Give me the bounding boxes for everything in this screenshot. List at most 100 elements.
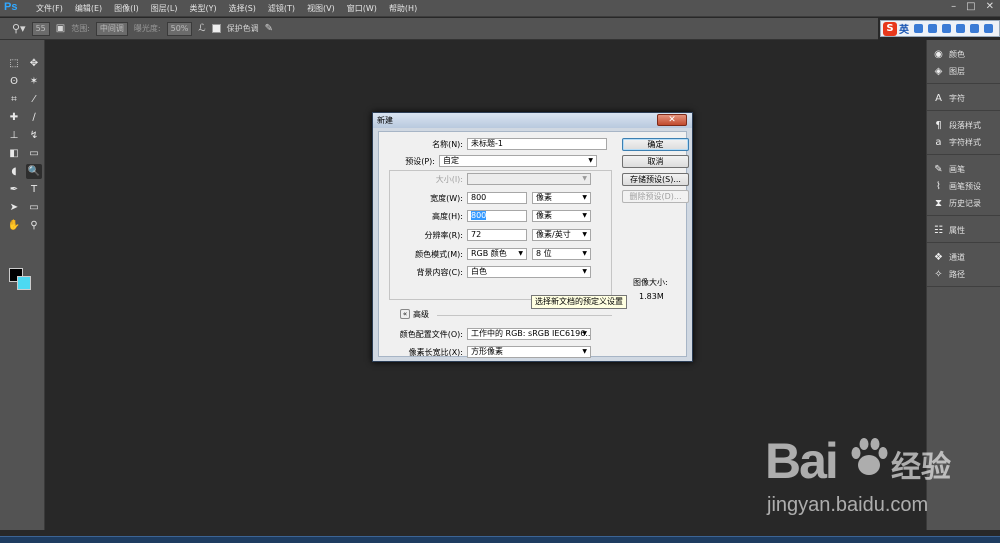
panel-item[interactable]: ❖ 通道 — [927, 249, 1000, 266]
delete-preset-button: 删除预设(D)... — [622, 190, 689, 203]
pen-icon[interactable]: ✒ — [6, 182, 22, 197]
menu-type[interactable]: 类型(Y) — [183, 0, 222, 17]
type-icon[interactable]: T — [26, 182, 42, 197]
ok-button[interactable]: 确定 — [622, 138, 689, 151]
color-profile-select[interactable]: 工作中的 RGB: sRGB IEC6196... — [467, 328, 591, 340]
sogou-logo-icon[interactable]: S — [883, 21, 897, 36]
eraser-icon[interactable]: ◧ — [6, 146, 22, 161]
marquee-icon[interactable]: ⬚ — [6, 56, 22, 71]
width-input[interactable]: 800 — [467, 192, 527, 204]
path-selection-icon[interactable]: ➤ — [6, 200, 22, 215]
menu-layer[interactable]: 图层(L) — [145, 0, 184, 17]
brush-icon[interactable]: ∕ — [26, 110, 42, 125]
bit-depth-select[interactable]: 8 位 — [532, 248, 591, 260]
panel-item[interactable]: ⧗ 历史记录 — [927, 195, 1000, 212]
menu-view[interactable]: 视图(V) — [301, 0, 341, 17]
protect-tones-checkbox[interactable] — [211, 24, 221, 33]
exposure-input[interactable]: 50% — [166, 21, 193, 36]
ime-toolbar: S 英 — [880, 20, 1000, 37]
pixel-aspect-select[interactable]: 方形像素 — [467, 346, 591, 358]
pressure-icon[interactable]: ✎ — [265, 23, 273, 34]
menu-window[interactable]: 窗口(W) — [341, 0, 383, 17]
moon-icon[interactable] — [914, 24, 923, 33]
history-brush-icon[interactable]: ↯ — [26, 128, 42, 143]
image-size-label: 图像大小: — [633, 278, 668, 287]
eyedropper-icon[interactable]: ⁄ — [26, 92, 42, 107]
menu-file[interactable]: 文件(F) — [30, 0, 69, 17]
character-icon: A — [935, 93, 942, 104]
paragraph-style-icon: ¶ — [935, 120, 942, 131]
brush-panel-icon[interactable]: ▣ — [56, 23, 65, 34]
panel-item-label: 字符样式 — [949, 138, 981, 147]
stamp-icon[interactable]: ⊥ — [6, 128, 22, 143]
cancel-button[interactable]: 取消 — [622, 155, 689, 168]
history-icon: ⧗ — [934, 198, 943, 209]
background-contents-label: 背景内容(C): — [416, 268, 463, 277]
brush-icon: ✎ — [934, 164, 943, 175]
menu-bar: Ps 文件(F) 编辑(E) 图像(I) 图层(L) 类型(Y) 选择(S) 滤… — [0, 0, 1000, 17]
blur-icon[interactable]: ◖ — [6, 164, 22, 179]
menu-select[interactable]: 选择(S) — [223, 0, 262, 17]
new-document-dialog: 新建 ✕ 名称(N): 未标题-1 预设(P): 自定 大小(I): 宽度(W)… — [372, 112, 693, 362]
panel-item[interactable]: ☷ 属性 — [927, 222, 1000, 239]
channels-icon: ❖ — [934, 252, 943, 263]
color-profile-label: 颜色配置文件(O): — [399, 330, 463, 339]
move-icon[interactable]: ✥ — [26, 56, 42, 71]
lasso-icon[interactable]: ʘ — [6, 74, 22, 89]
gradient-icon[interactable]: ▭ — [26, 146, 42, 161]
height-value-selection: 800 — [471, 211, 487, 220]
advanced-toggle-button[interactable]: « — [400, 309, 410, 319]
settings-icon[interactable] — [984, 24, 993, 33]
background-contents-select[interactable]: 白色 — [467, 266, 591, 278]
punct-icon[interactable] — [928, 24, 937, 33]
properties-icon: ☷ — [934, 225, 943, 236]
menu-image[interactable]: 图像(I) — [108, 0, 145, 17]
crop-icon[interactable]: ⌗ — [6, 92, 22, 107]
color-mode-select[interactable]: RGB 颜色 — [467, 248, 527, 260]
dodge-tool-icon[interactable]: ⚲▾ — [12, 22, 26, 35]
height-input[interactable]: 800 — [467, 210, 527, 222]
app-logo: Ps — [4, 1, 18, 13]
panel-item-label: 图层 — [949, 67, 965, 76]
brush-size-picker[interactable]: 55 — [31, 21, 50, 36]
user-icon[interactable] — [956, 24, 965, 33]
healing-icon[interactable]: ✚ — [6, 110, 22, 125]
magic-wand-icon[interactable]: ✶ — [26, 74, 42, 89]
keyboard-icon[interactable] — [942, 24, 951, 33]
rectangle-shape-icon[interactable]: ▭ — [26, 200, 42, 215]
menu-edit[interactable]: 编辑(E) — [69, 0, 108, 17]
menu-list: 文件(F) 编辑(E) 图像(I) 图层(L) 类型(Y) 选择(S) 滤镜(T… — [30, 0, 423, 17]
height-unit-select[interactable]: 像素 — [532, 210, 591, 222]
panel-item[interactable]: A 字符 — [927, 90, 1000, 107]
ime-lang-toggle[interactable]: 英 — [899, 21, 909, 36]
close-window-button[interactable]: ✕ — [986, 1, 994, 12]
exposure-label: 曝光度: — [133, 24, 161, 33]
maximize-button[interactable]: □ — [966, 1, 975, 12]
dialog-close-button[interactable]: ✕ — [657, 114, 687, 126]
menu-filter[interactable]: 滤镜(T) — [262, 0, 301, 17]
minimize-button[interactable]: – — [951, 1, 956, 12]
resolution-input[interactable]: 72 — [467, 229, 527, 241]
panel-item[interactable]: a 字符样式 — [927, 134, 1000, 151]
panel-item[interactable]: ◉ 颜色 — [927, 46, 1000, 63]
panel-item[interactable]: ✧ 路径 — [927, 266, 1000, 283]
width-unit-select[interactable]: 像素 — [532, 192, 591, 204]
airbrush-icon[interactable]: ℒ — [198, 23, 205, 34]
menu-help[interactable]: 帮助(H) — [383, 0, 423, 17]
resolution-unit-select[interactable]: 像素/英寸 — [532, 229, 591, 241]
zoom-icon[interactable]: ⚲ — [26, 218, 42, 233]
panel-item[interactable]: ⌇ 画笔预设 — [927, 178, 1000, 195]
name-input[interactable]: 未标题-1 — [467, 138, 607, 150]
range-select[interactable]: 中间调 — [95, 21, 128, 36]
panel-item[interactable]: ✎ 画笔 — [927, 161, 1000, 178]
resolution-label: 分辨率(R): — [424, 231, 464, 240]
panel-item[interactable]: ◈ 图层 — [927, 63, 1000, 80]
dodge-icon[interactable]: 🔍 — [26, 164, 42, 179]
skin-icon[interactable] — [970, 24, 979, 33]
save-preset-button[interactable]: 存储预设(S)... — [622, 173, 689, 186]
background-color-swatch[interactable] — [17, 276, 31, 290]
hand-icon[interactable]: ✋ — [6, 218, 22, 233]
panel-item[interactable]: ¶ 段落样式 — [927, 117, 1000, 134]
pixel-aspect-label: 像素长宽比(X): — [408, 348, 463, 357]
preset-select[interactable]: 自定 — [439, 155, 597, 167]
